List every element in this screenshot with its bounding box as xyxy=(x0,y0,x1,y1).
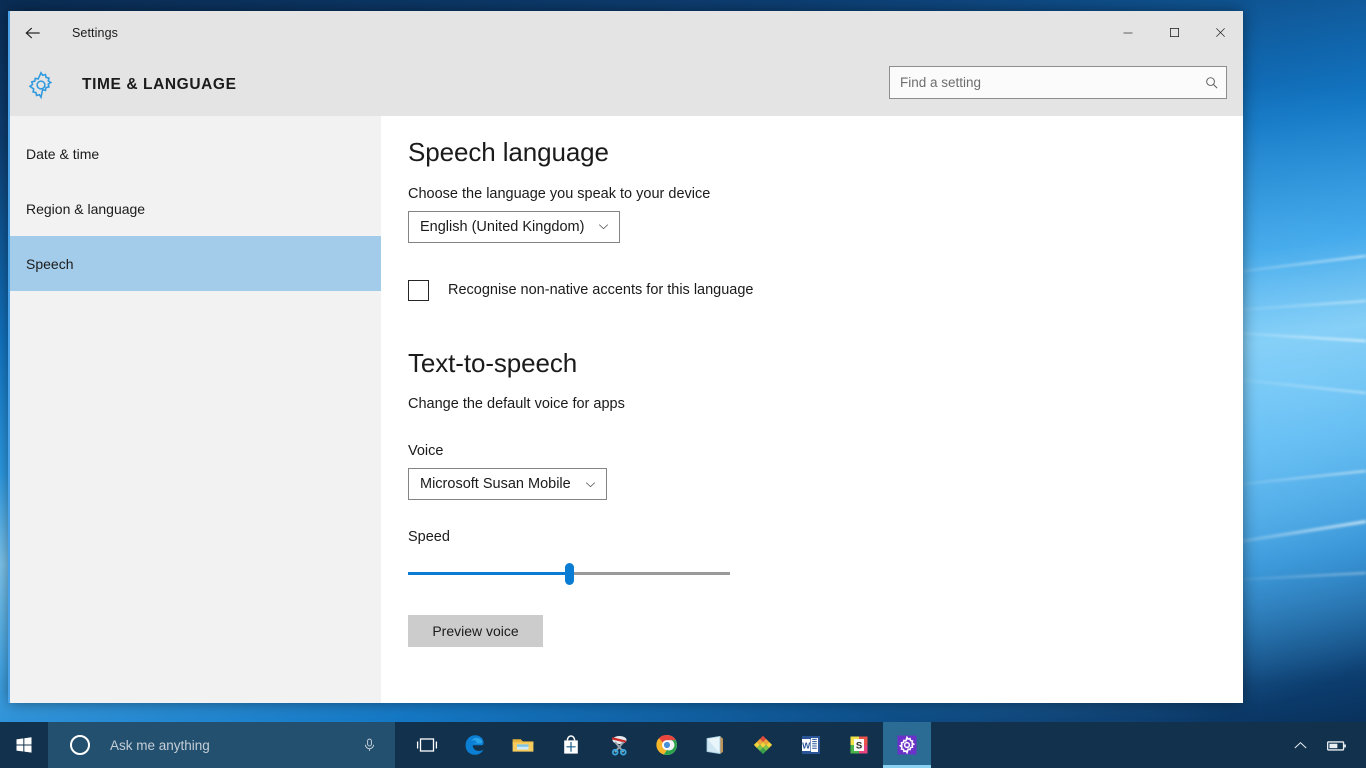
chevron-up-icon xyxy=(1293,741,1307,748)
search-box[interactable] xyxy=(889,66,1227,99)
snipping-tool-icon xyxy=(611,736,627,756)
chevron-down-icon-wrap xyxy=(597,220,610,233)
title-bar: Settings xyxy=(10,11,1243,54)
file-explorer-icon xyxy=(512,739,534,752)
taskbar-app-file-explorer[interactable] xyxy=(499,722,547,768)
microphone-button[interactable] xyxy=(362,736,377,754)
maximize-button[interactable] xyxy=(1151,11,1197,54)
battery-button[interactable] xyxy=(1318,722,1354,768)
store-icon xyxy=(564,735,578,754)
chevron-down-icon-wrap xyxy=(584,478,597,491)
voice-dropdown[interactable]: Microsoft Susan Mobile xyxy=(408,468,607,501)
taskbar-app-sublime[interactable]: S xyxy=(835,722,883,768)
taskbar-app-edge[interactable] xyxy=(451,722,499,768)
text-to-speech-heading: Text-to-speech xyxy=(408,347,578,378)
sidebar-item-speech[interactable]: Speech xyxy=(10,236,381,291)
cortana-circle-icon xyxy=(70,735,90,755)
taskbar: Ask me anything W S xyxy=(0,722,1366,768)
taskbar-app-word[interactable]: W xyxy=(787,722,835,768)
settings-icon xyxy=(897,735,917,755)
search-icon-wrap[interactable] xyxy=(1196,75,1226,90)
sidebar: Date & time Region & language Speech xyxy=(10,116,381,703)
back-arrow-icon xyxy=(25,27,40,38)
cortana-placeholder: Ask me anything xyxy=(110,737,210,753)
minimize-icon xyxy=(1123,32,1133,33)
start-button[interactable] xyxy=(0,722,48,768)
chrome-icon xyxy=(656,734,677,756)
recognise-accents-row[interactable]: Recognise non-native accents for this la… xyxy=(408,279,1243,301)
page-header: TIME & LANGUAGE xyxy=(10,54,1243,116)
recognise-accents-checkbox[interactable] xyxy=(408,279,429,301)
cortana-search-box[interactable]: Ask me anything xyxy=(48,722,395,768)
sidebar-item-region-language[interactable]: Region & language xyxy=(10,181,381,236)
window-body: Date & time Region & language Speech Spe… xyxy=(10,116,1243,703)
sidebar-item-date-time[interactable]: Date & time xyxy=(10,126,381,181)
chevron-down-icon xyxy=(585,482,595,487)
minimize-button[interactable] xyxy=(1105,11,1151,54)
back-button[interactable] xyxy=(10,11,56,54)
text-to-speech-description: Change the default voice for apps xyxy=(408,396,625,413)
window-controls xyxy=(1105,11,1243,54)
sidebar-item-label: Region & language xyxy=(26,200,146,217)
colour-app-icon xyxy=(753,735,773,755)
search-input[interactable] xyxy=(890,75,1196,90)
speed-label: Speed xyxy=(408,529,450,546)
preview-voice-button[interactable]: Preview voice xyxy=(408,615,543,648)
speed-slider[interactable] xyxy=(408,561,730,587)
close-button[interactable] xyxy=(1197,11,1243,54)
word-icon: W xyxy=(802,736,820,754)
task-view-icon xyxy=(416,738,438,752)
slider-fill xyxy=(408,572,569,575)
settings-window: Settings TIME & LANGUAGE Find a setting … xyxy=(8,11,1243,703)
speech-language-dropdown[interactable]: English (United Kingdom) xyxy=(408,210,621,243)
settings-content: Speech language Choose the language you … xyxy=(381,116,1243,703)
settings-gear xyxy=(10,70,72,100)
speech-language-heading: Speech language xyxy=(408,137,609,167)
chevron-down-icon xyxy=(599,224,609,230)
sidebar-item-label: Speech xyxy=(26,255,74,272)
svg-text:S: S xyxy=(856,741,862,752)
system-tray xyxy=(1282,722,1366,768)
search-icon xyxy=(1205,77,1217,89)
taskbar-app-onenote[interactable] xyxy=(691,722,739,768)
speech-language-value: English (United Kingdom) xyxy=(420,218,585,235)
show-hidden-icons-button[interactable] xyxy=(1282,722,1318,768)
windows-start-icon xyxy=(16,737,32,753)
taskbar-app-snipping-tool[interactable] xyxy=(595,722,643,768)
taskbar-app-colour-app[interactable] xyxy=(739,722,787,768)
recognise-accents-label: Recognise non-native accents for this la… xyxy=(448,282,754,299)
taskbar-app-store[interactable] xyxy=(547,722,595,768)
sidebar-item-label: Date & time xyxy=(26,145,100,162)
window-title: Settings xyxy=(72,25,118,40)
taskbar-app-chrome[interactable] xyxy=(643,722,691,768)
taskbar-apps: W S xyxy=(403,722,931,768)
maximize-icon xyxy=(1169,28,1179,37)
sublime-icon: S xyxy=(850,736,868,754)
svg-text:W: W xyxy=(802,740,811,750)
speech-language-description: Choose the language you speak to your de… xyxy=(408,185,711,202)
battery-icon xyxy=(1326,740,1346,751)
onenote-icon xyxy=(706,735,723,755)
voice-label: Voice xyxy=(408,443,444,460)
gear-icon xyxy=(28,71,53,100)
voice-value: Microsoft Susan Mobile xyxy=(420,476,571,493)
close-icon xyxy=(1215,28,1225,37)
microphone-icon xyxy=(365,738,374,751)
slider-thumb[interactable] xyxy=(564,563,574,586)
taskbar-app-task-view[interactable] xyxy=(403,722,451,768)
taskbar-app-settings[interactable] xyxy=(883,722,931,768)
page-title: TIME & LANGUAGE xyxy=(82,76,237,93)
edge-icon xyxy=(465,735,484,755)
preview-voice-label: Preview voice xyxy=(432,623,519,640)
